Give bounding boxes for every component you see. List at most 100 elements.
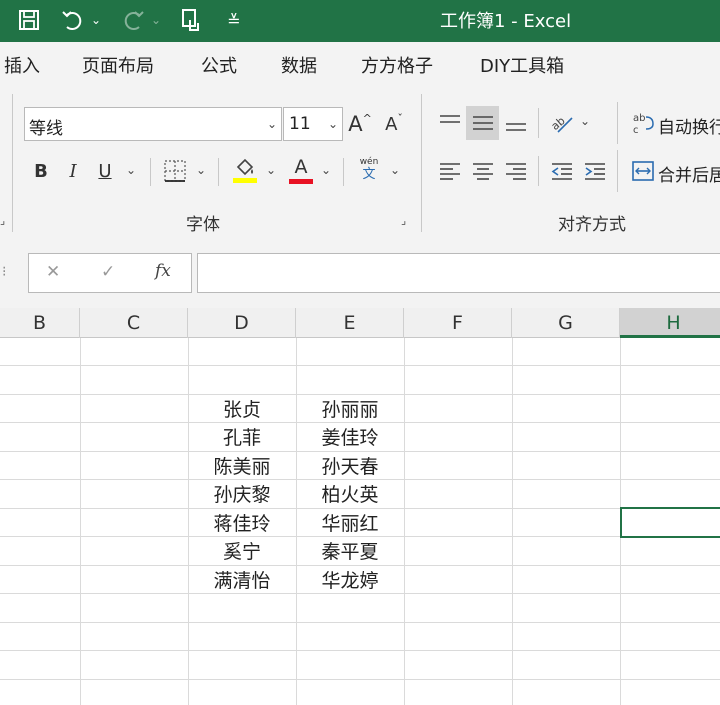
group-separator xyxy=(12,94,13,232)
cell-d[interactable]: 奚宁 xyxy=(188,538,296,566)
cell-e[interactable]: 姜佳玲 xyxy=(296,424,404,452)
merge-center-button[interactable]: 合并后居 xyxy=(658,161,720,186)
active-cell[interactable] xyxy=(620,507,720,538)
column-header-c[interactable]: C xyxy=(80,308,188,338)
align-separator xyxy=(617,102,618,144)
tab-data[interactable]: 数据 xyxy=(281,52,317,78)
grip-icon: ⁝ xyxy=(2,264,7,280)
cell-d[interactable]: 孙庆黎 xyxy=(188,481,296,509)
align-separator xyxy=(617,150,618,192)
cell-e[interactable]: 孙丽丽 xyxy=(296,396,404,424)
cell-e[interactable]: 华龙婷 xyxy=(296,567,404,595)
touch-mode-icon[interactable] xyxy=(176,6,206,34)
cell-d[interactable]: 孔菲 xyxy=(188,424,296,452)
font-separator xyxy=(343,158,344,186)
undo-icon[interactable] xyxy=(58,6,88,34)
cell-d[interactable]: 蒋佳玲 xyxy=(188,510,296,538)
decrease-font-label: A xyxy=(385,113,398,135)
wrap-text-icon[interactable]: ab c xyxy=(630,108,656,138)
align-center-icon[interactable] xyxy=(469,156,497,186)
decrease-indent-icon[interactable] xyxy=(548,156,576,186)
window-title: 工作簿1 - Excel xyxy=(440,11,572,32)
italic-button[interactable]: I xyxy=(62,156,84,186)
middle-align-icon[interactable] xyxy=(466,106,499,140)
enter-icon[interactable]: ✓ xyxy=(101,262,115,282)
font-separator xyxy=(150,158,151,186)
wrap-text-button[interactable]: 自动换行 xyxy=(658,113,720,138)
orientation-icon[interactable]: ab xyxy=(548,108,576,138)
bold-button[interactable]: B xyxy=(30,156,52,186)
column-header-d[interactable]: D xyxy=(188,308,296,338)
clipboard-launcher-icon[interactable]: ⌟ xyxy=(0,214,5,227)
phonetic-top-label: wén xyxy=(359,156,379,167)
cancel-icon[interactable]: ✕ xyxy=(46,262,60,282)
top-align-icon[interactable] xyxy=(436,108,464,138)
font-dialog-launcher-icon[interactable]: ⌟ xyxy=(401,214,406,227)
font-name-value: 等线 xyxy=(29,119,63,139)
gridline xyxy=(0,394,720,395)
font-name-box[interactable]: 等线 ⌄ xyxy=(24,107,282,141)
column-header-h[interactable]: H xyxy=(620,308,720,338)
font-color-button[interactable]: A xyxy=(287,154,315,186)
insert-function-icon[interactable]: fx xyxy=(155,261,171,281)
customize-icon[interactable]: ≚ xyxy=(222,6,246,34)
font-color-swatch xyxy=(289,178,313,184)
undo-dropdown-icon[interactable]: ⌄ xyxy=(88,6,104,34)
bottom-align-icon[interactable] xyxy=(502,108,530,138)
borders-icon[interactable] xyxy=(162,158,188,184)
font-group-label: 字体 xyxy=(186,215,220,235)
phonetic-bottom-label: 文 xyxy=(362,166,376,182)
column-header-e[interactable]: E xyxy=(296,308,404,338)
align-right-icon[interactable] xyxy=(502,156,530,186)
increase-font-label: A xyxy=(348,112,363,136)
cell-e[interactable]: 孙天春 xyxy=(296,453,404,481)
tab-page-layout[interactable]: 页面布局 xyxy=(82,52,154,78)
font-separator xyxy=(218,158,219,186)
underline-button[interactable]: U xyxy=(94,156,116,186)
cell-d[interactable]: 陈美丽 xyxy=(188,453,296,481)
font-color-dropdown-icon[interactable]: ⌄ xyxy=(321,163,331,177)
phonetic-guide-button[interactable]: wén 文 xyxy=(354,152,384,186)
tab-diy-toolbox[interactable]: DIY工具箱 xyxy=(480,52,564,78)
font-name-dropdown-icon[interactable]: ⌄ xyxy=(267,117,277,131)
ribbon: ⌟ 等线 ⌄ 11 ⌄ A ^ Aˇ B I U ⌄ ⌄ ⌄ A ⌄ wén 文 … xyxy=(0,86,720,239)
cell-e[interactable]: 柏火英 xyxy=(296,481,404,509)
cell-e[interactable]: 华丽红 xyxy=(296,510,404,538)
cell-e[interactable]: 秦平夏 xyxy=(296,538,404,566)
worksheet-grid[interactable]: 张贞 孔菲 陈美丽 孙庆黎 蒋佳玲 奚宁 满清怡 孙丽丽 姜佳玲 孙天春 柏火英… xyxy=(0,338,720,705)
cell-d[interactable]: 张贞 xyxy=(188,396,296,424)
tab-formulas[interactable]: 公式 xyxy=(201,52,237,78)
tab-insert[interactable]: 插入 xyxy=(4,52,40,78)
decrease-font-size-button[interactable]: Aˇ xyxy=(380,108,408,140)
svg-text:c: c xyxy=(633,125,639,135)
title-bar: ⌄ ⌄ ≚ 工作簿1 - Excel xyxy=(0,0,720,42)
phonetic-dropdown-icon[interactable]: ⌄ xyxy=(390,163,400,177)
column-header-f[interactable]: F xyxy=(404,308,512,338)
redo-dropdown-icon: ⌄ xyxy=(150,13,162,27)
alignment-group-label: 对齐方式 xyxy=(558,215,626,235)
borders-dropdown-icon[interactable]: ⌄ xyxy=(196,163,206,177)
tab-fangfang[interactable]: 方方格子 xyxy=(361,52,433,78)
fill-color-button[interactable] xyxy=(230,154,260,186)
cell-d[interactable]: 满清怡 xyxy=(188,567,296,595)
save-icon[interactable] xyxy=(14,6,44,34)
merge-center-icon[interactable] xyxy=(630,156,656,186)
underline-dropdown-icon[interactable]: ⌄ xyxy=(126,163,136,177)
svg-text:ab: ab xyxy=(633,113,645,124)
paint-bucket-icon xyxy=(236,158,254,175)
gridline xyxy=(0,622,720,623)
ribbon-tabs: 插入 页面布局 公式 数据 方方格子 DIY工具箱 xyxy=(0,42,720,86)
font-size-box[interactable]: 11 ⌄ xyxy=(283,107,343,141)
formula-input[interactable] xyxy=(197,253,720,293)
align-separator xyxy=(538,108,539,138)
caret-down-icon: ˇ xyxy=(397,111,403,125)
orientation-dropdown-icon[interactable]: ⌄ xyxy=(580,114,590,128)
increase-font-size-button[interactable]: A ^ xyxy=(346,108,374,140)
column-header-g[interactable]: G xyxy=(512,308,620,338)
font-color-label: A xyxy=(294,155,308,178)
font-size-dropdown-icon[interactable]: ⌄ xyxy=(328,117,338,131)
increase-indent-icon[interactable] xyxy=(581,156,609,186)
align-left-icon[interactable] xyxy=(436,156,464,186)
fill-color-dropdown-icon[interactable]: ⌄ xyxy=(266,163,276,177)
column-header-b[interactable]: B xyxy=(0,308,80,338)
